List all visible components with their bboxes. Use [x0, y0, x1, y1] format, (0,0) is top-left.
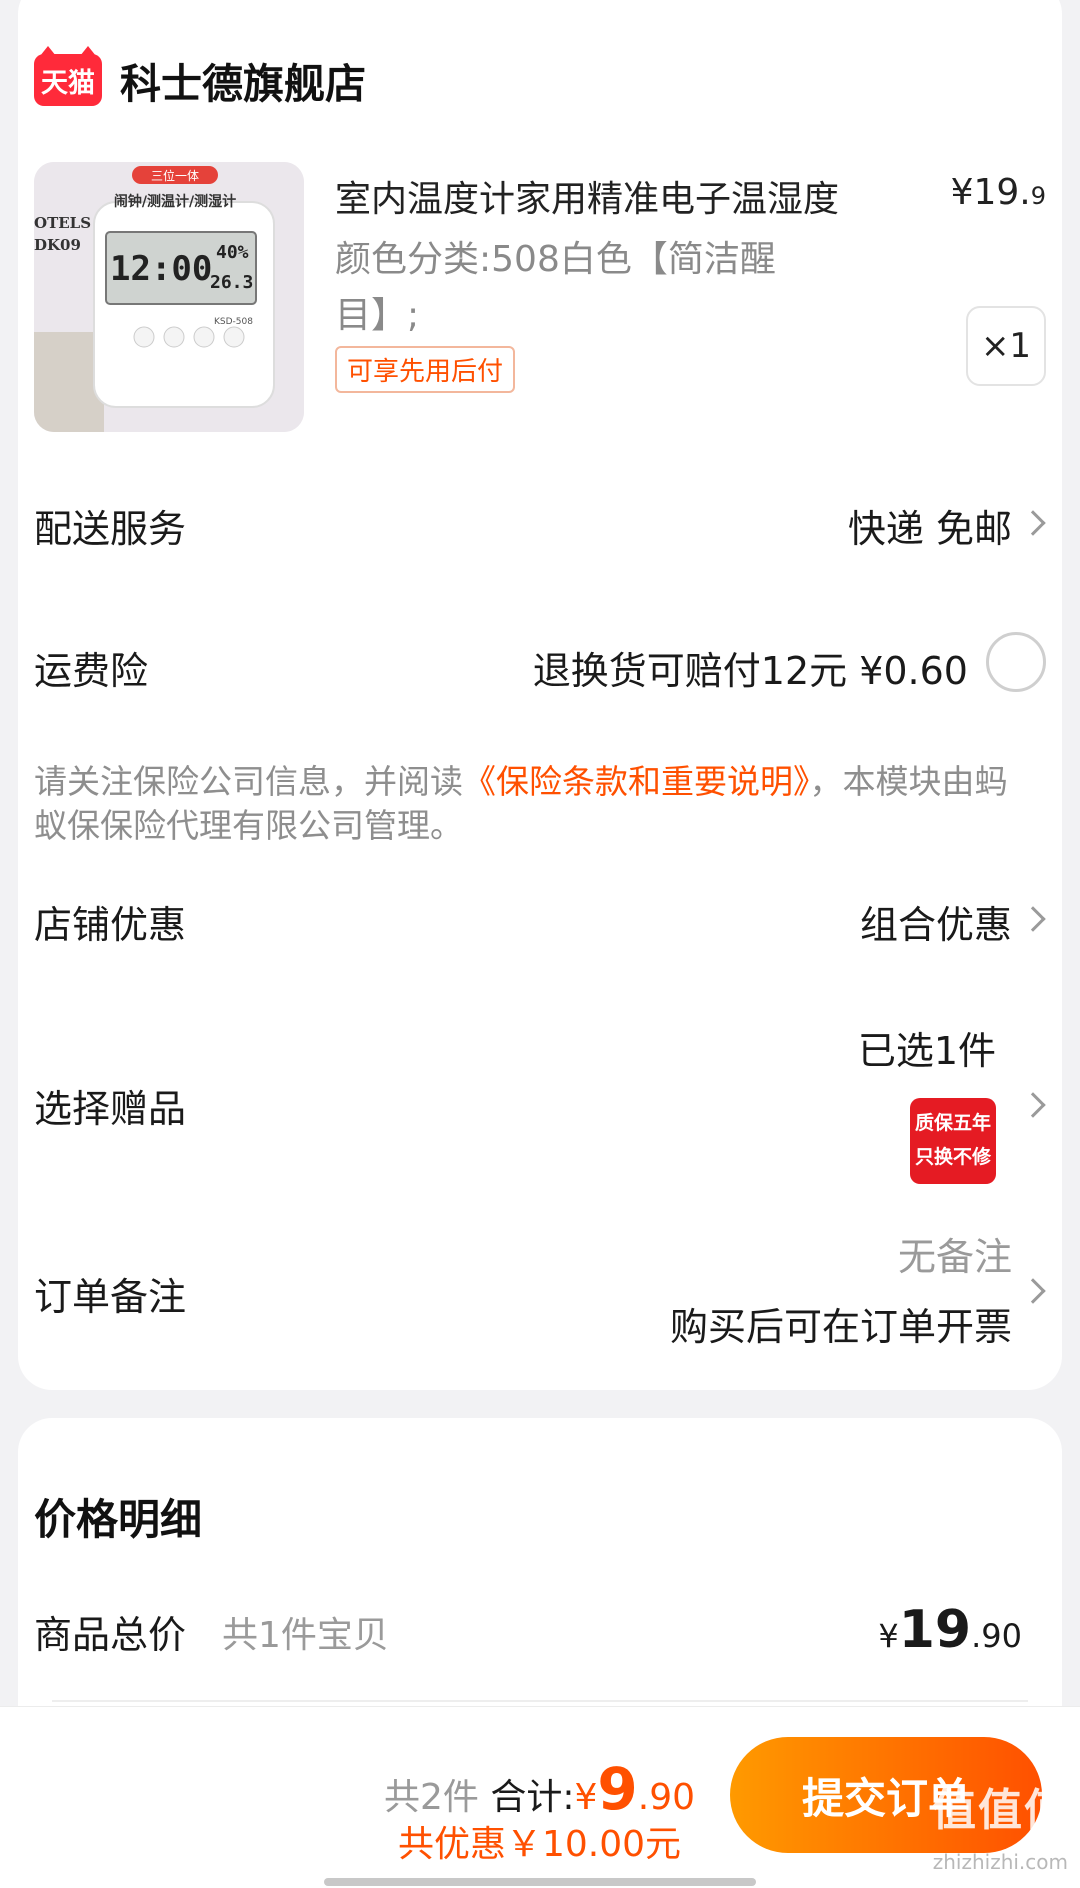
sum-currency: ¥ [574, 1777, 598, 1818]
image-model-text: KSD-508 [214, 317, 253, 327]
sum-label: 合计: [490, 1777, 575, 1818]
product-price-main: ¥19. [950, 172, 1031, 213]
gift-badge-line2: 只换不修 [914, 1146, 991, 1168]
divider [52, 1700, 1028, 1702]
freight-insurance-radio[interactable] [986, 632, 1046, 692]
chevron-right-icon [1020, 1278, 1046, 1304]
order-remark-label: 订单备注 [34, 1275, 187, 1319]
delivery-label: 配送服务 [34, 507, 187, 551]
gift-thumbnail[interactable]: 质保五年 只换不修 [910, 1098, 996, 1184]
sum-decimal: .90 [637, 1777, 696, 1818]
delivery-value: 快递 免邮 [847, 507, 1012, 551]
image-banner-text: 三位一体 [151, 168, 199, 183]
goods-total-currency: ¥ [878, 1617, 899, 1655]
product-title[interactable]: 室内温度计家用精准电子温湿度 [335, 170, 839, 222]
product-price: ¥19.9 [951, 172, 1046, 213]
freight-insurance-label: 运费险 [34, 649, 149, 693]
goods-count: 共1件宝贝 [222, 1615, 389, 1656]
chevron-right-icon [1020, 510, 1046, 536]
order-remark-row[interactable]: 订单备注 无备注 购买后可在订单开票 [34, 1226, 1046, 1349]
image-book-text-2: DK09 [34, 236, 81, 254]
invoice-note: 购买后可在订单开票 [669, 1305, 1012, 1349]
order-remark-value: 无备注 [897, 1235, 1012, 1279]
gift-row[interactable]: 选择赠品 已选1件 [34, 1020, 1046, 1190]
shop-discount-value: 组合优惠 [859, 903, 1012, 947]
product-thumbnail[interactable]: 三位一体 闹钟/测温计/测湿计 OTELS DK09 12:00 40% 26.… [34, 162, 304, 432]
store-name[interactable]: 科士德旗舰店 [120, 50, 366, 110]
bottom-checkout-bar: 共2件 合计:¥9.90 共优惠￥10.00元 提交订单 值值值 zhizhiz… [0, 1706, 1080, 1888]
tmall-logo-icon: 天猫 [34, 46, 102, 106]
insurance-terms-link[interactable]: 《保险条款和重要说明》 [463, 762, 810, 801]
image-book-text-1: OTELS [34, 214, 91, 232]
goods-total-price: ¥19.90 [878, 1600, 1022, 1660]
insurance-note: 请关注保险公司信息，并阅读《保险条款和重要说明》，本模块由蚂蚁保保险代理有限公司… [34, 760, 1014, 848]
item-count: 共2件 [384, 1777, 479, 1818]
pay-later-tag: 可享先用后付 [335, 346, 516, 393]
image-time-text: 12:00 [110, 249, 212, 289]
shop-discount-row[interactable]: 店铺优惠 组合优惠 [34, 876, 1046, 956]
product-sku[interactable]: 颜色分类:508白色【简洁醒目】; [335, 232, 835, 344]
shop-discount-label: 店铺优惠 [34, 903, 187, 947]
gift-badge-line1: 质保五年 [914, 1112, 991, 1134]
gift-label: 选择赠品 [34, 1087, 187, 1131]
store-header[interactable]: 天猫 科士德旗舰店 [34, 46, 366, 110]
freight-insurance-row[interactable]: 运费险 退换货可赔付12元 ¥0.60 [34, 622, 1046, 702]
chevron-right-icon [1020, 906, 1046, 932]
price-detail-title: 价格明细 [34, 1495, 203, 1544]
sum-integer: 9 [597, 1755, 638, 1823]
home-indicator[interactable] [324, 1878, 756, 1886]
freight-insurance-value: 退换货可赔付12元 ¥0.60 [532, 649, 968, 693]
goods-total-label: 商品总价 [34, 1613, 187, 1657]
goods-total-integer: 19 [898, 1600, 972, 1660]
product-price-decimal: 9 [1030, 182, 1046, 210]
image-humidity-text: 40% [216, 242, 249, 263]
total-discount: 共优惠￥10.00元 [398, 1824, 682, 1865]
insurance-note-prefix: 请关注保险公司信息，并阅读 [34, 762, 463, 801]
delivery-row[interactable]: 配送服务 快递 免邮 [34, 480, 1046, 560]
gift-value: 已选1件 [857, 1029, 996, 1073]
sum-line: 共2件 合计:¥9.90 [384, 1755, 695, 1823]
thermometer-product-image: 三位一体 闹钟/测温计/测湿计 OTELS DK09 12:00 40% 26.… [34, 162, 304, 432]
image-subtitle-text: 闹钟/测温计/测湿计 [114, 193, 236, 210]
goods-total-decimal: .90 [971, 1617, 1022, 1655]
quantity-stepper[interactable]: ×1 [966, 306, 1046, 386]
watermark-url: zhizhizhi.com [932, 1850, 1068, 1874]
chevron-right-icon [1020, 1092, 1046, 1118]
watermark: 值值值 [932, 1785, 1070, 1836]
image-temperature-text: 26.3 [210, 272, 253, 293]
